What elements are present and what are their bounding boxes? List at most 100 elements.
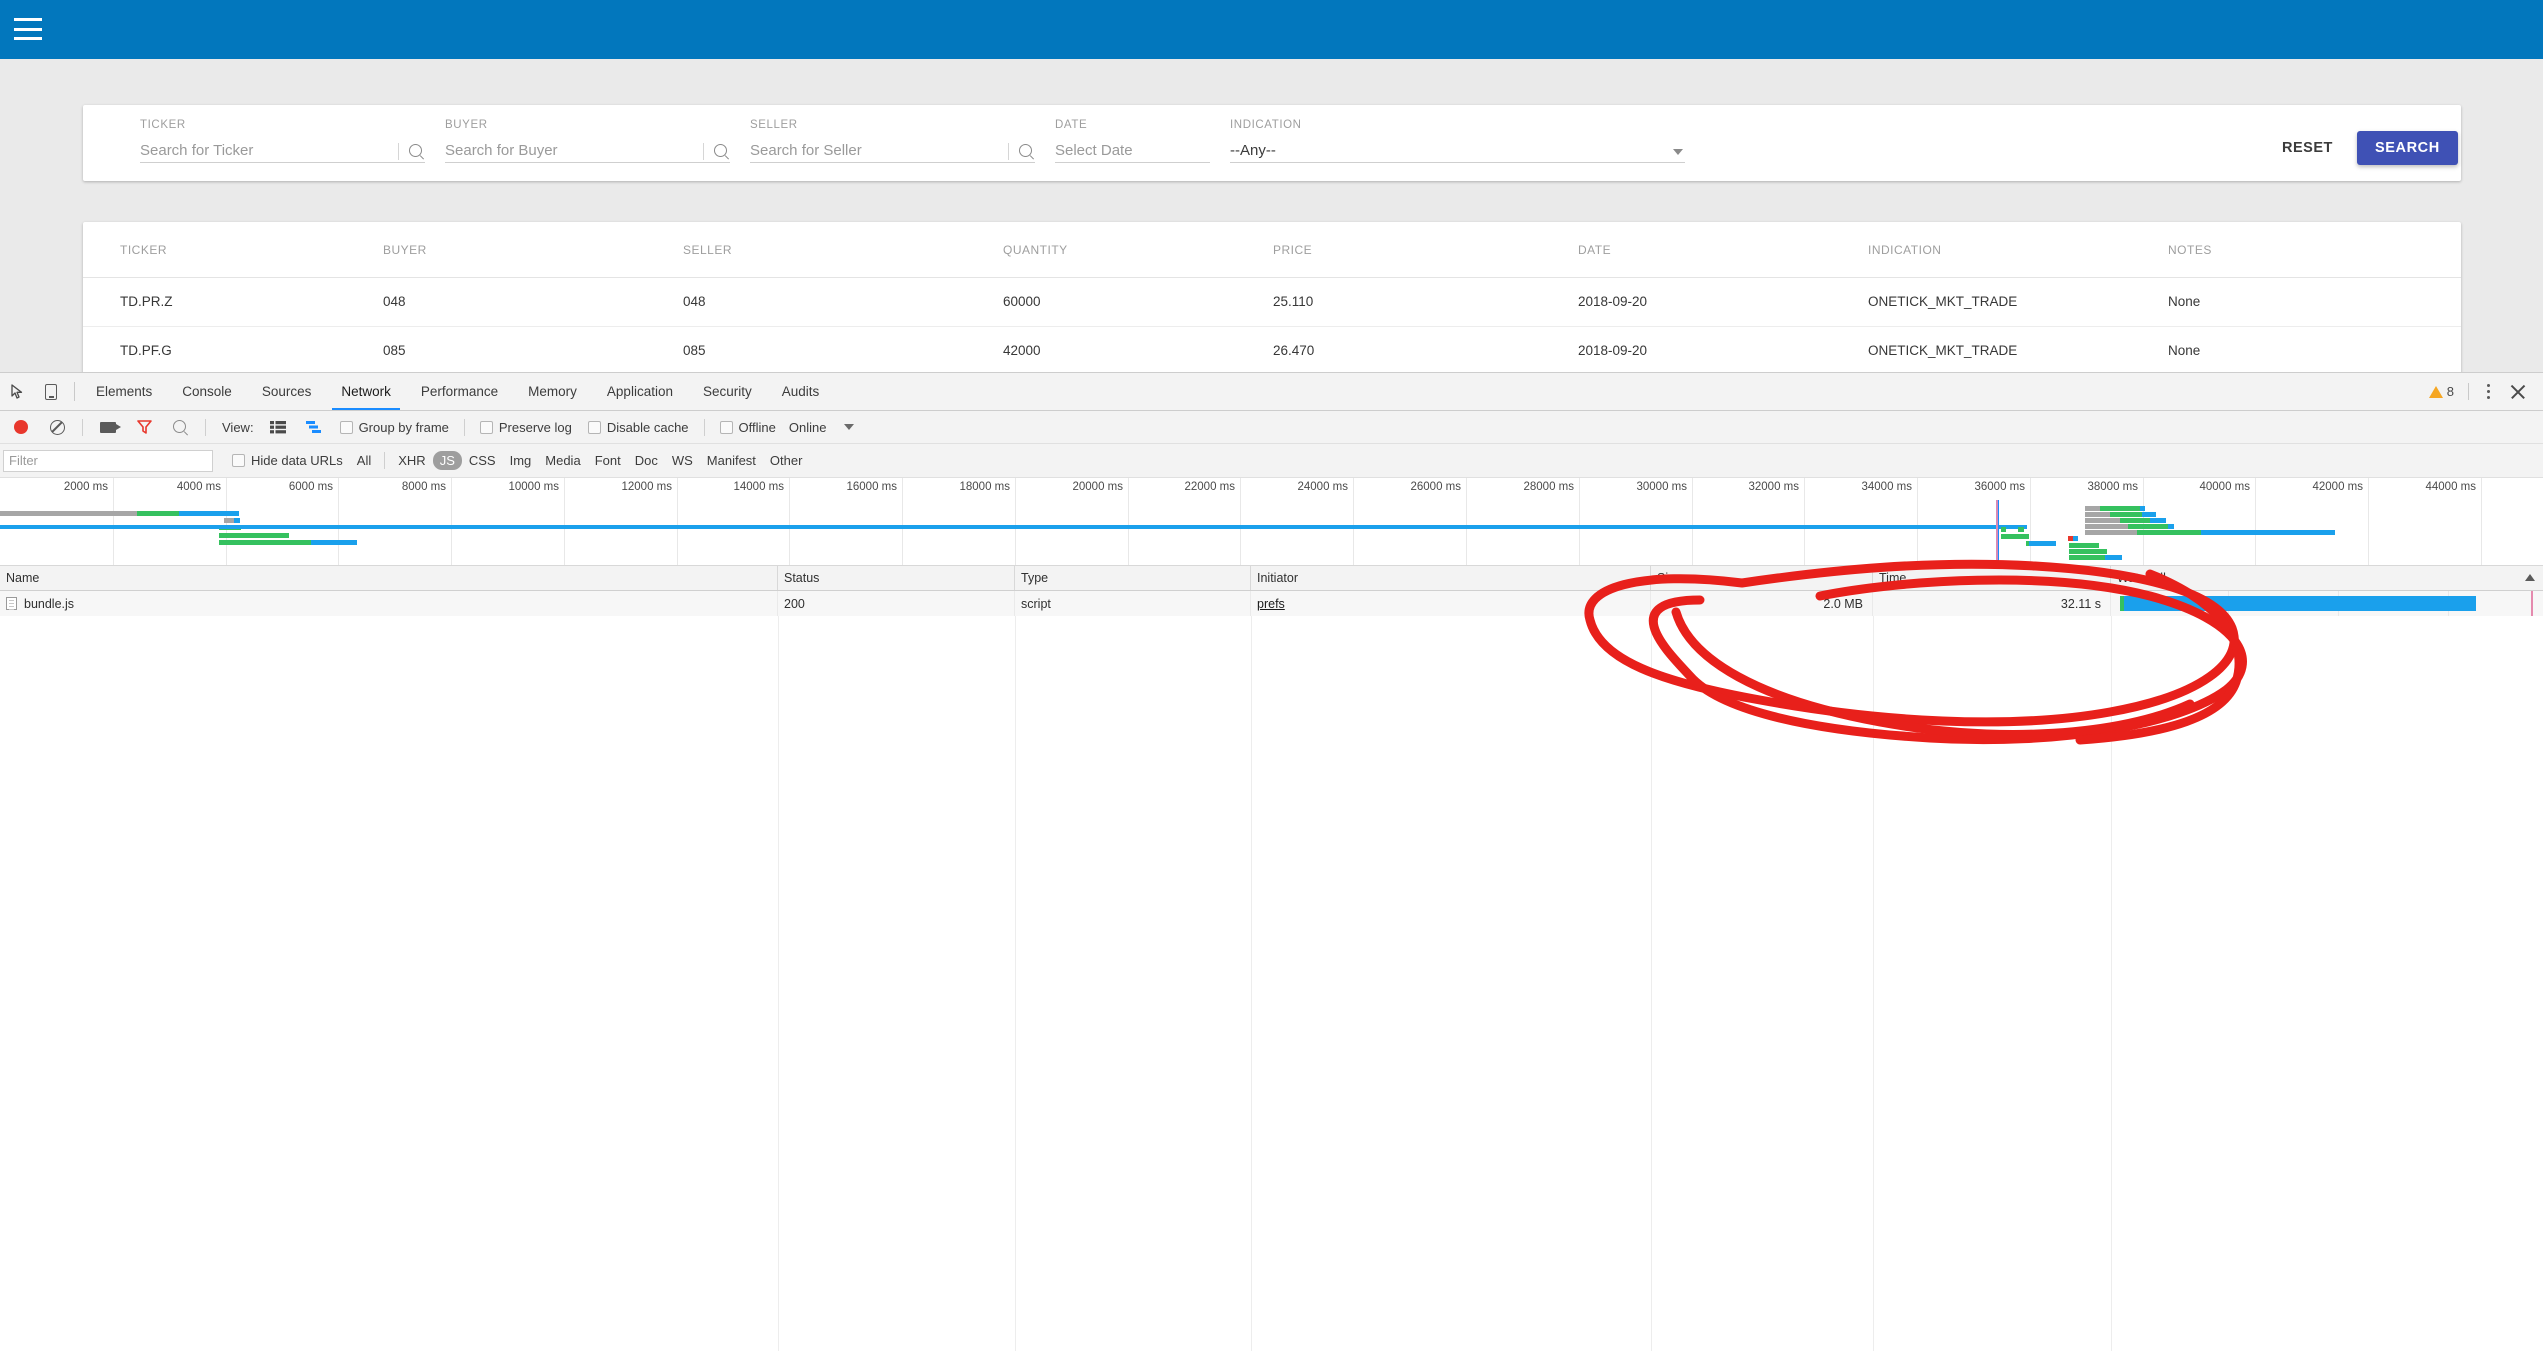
overview-bar bbox=[311, 540, 357, 545]
sort-ascending-icon[interactable] bbox=[2525, 574, 2535, 581]
tab-audits[interactable]: Audits bbox=[767, 373, 835, 410]
divider bbox=[205, 418, 206, 436]
filter-type-all[interactable]: All bbox=[350, 451, 378, 470]
search-icon[interactable] bbox=[713, 143, 730, 160]
field-indication: INDICATION bbox=[1230, 119, 1685, 163]
col-indication[interactable]: INDICATION bbox=[1868, 222, 2168, 278]
overview-bar bbox=[2120, 518, 2150, 523]
request-row-bundle-js[interactable]: bundle.js 200 script prefs 2.0 MB 32.11 … bbox=[0, 591, 2543, 616]
tab-application[interactable]: Application bbox=[592, 373, 688, 410]
req-col-time[interactable]: Time bbox=[1873, 566, 2111, 590]
waterfall-view-icon[interactable] bbox=[297, 420, 331, 434]
search-input-ticker[interactable] bbox=[140, 142, 425, 162]
request-name-cell[interactable]: bundle.js bbox=[0, 591, 778, 616]
overview-bar bbox=[224, 518, 234, 523]
tab-memory[interactable]: Memory bbox=[513, 373, 592, 410]
col-seller[interactable]: SELLER bbox=[683, 222, 1003, 278]
filter-type-media[interactable]: Media bbox=[538, 451, 587, 470]
col-quantity[interactable]: QUANTITY bbox=[1003, 222, 1273, 278]
request-initiator[interactable]: prefs bbox=[1251, 591, 1651, 616]
offline-checkbox[interactable]: Offline bbox=[713, 420, 783, 435]
table-row[interactable]: TD.PR.Z 048 048 60000 25.110 2018-09-20 … bbox=[83, 277, 2461, 327]
request-waterfall-cell[interactable] bbox=[2111, 591, 2543, 616]
col-notes[interactable]: NOTES bbox=[2168, 222, 2461, 278]
overview-bar bbox=[2085, 530, 2137, 535]
search-icon[interactable] bbox=[1018, 143, 1035, 160]
disable-cache-checkbox[interactable]: Disable cache bbox=[581, 420, 696, 435]
col-buyer[interactable]: BUYER bbox=[383, 222, 683, 278]
filter-input[interactable] bbox=[3, 449, 213, 472]
search-button[interactable]: SEARCH bbox=[2357, 131, 2458, 165]
list-view-icon[interactable] bbox=[261, 420, 295, 434]
cell-seller: 085 bbox=[683, 326, 1003, 372]
overview-bar bbox=[2073, 536, 2078, 541]
indication-select[interactable] bbox=[1230, 142, 1685, 162]
request-type: script bbox=[1015, 591, 1251, 616]
filter-type-font[interactable]: Font bbox=[588, 451, 628, 470]
cursor-arrow-glyph bbox=[10, 384, 22, 399]
filter-type-xhr[interactable]: XHR bbox=[391, 451, 432, 470]
tab-network[interactable]: Network bbox=[326, 373, 406, 410]
col-price[interactable]: PRICE bbox=[1273, 222, 1578, 278]
capture-screenshots-icon[interactable] bbox=[91, 421, 125, 433]
initiator-link[interactable]: prefs bbox=[1257, 597, 1285, 611]
reset-button[interactable]: RESET bbox=[2272, 133, 2343, 163]
tab-console[interactable]: Console bbox=[167, 373, 247, 410]
search-input-seller[interactable] bbox=[750, 142, 1035, 162]
req-col-name[interactable]: Name bbox=[0, 566, 778, 590]
chevron-down-icon[interactable] bbox=[1673, 149, 1683, 155]
date-input[interactable] bbox=[1055, 142, 1210, 162]
clear-icon[interactable] bbox=[40, 419, 74, 435]
hide-data-urls-checkbox[interactable]: Hide data URLs bbox=[225, 453, 350, 468]
overview-tick bbox=[1804, 478, 1805, 565]
field-date: DATE bbox=[1055, 119, 1210, 163]
chevron-down-icon[interactable] bbox=[844, 424, 855, 430]
throttling-value[interactable]: Online bbox=[785, 420, 831, 435]
device-toolbar-icon[interactable] bbox=[34, 373, 68, 410]
search-input-buyer[interactable] bbox=[445, 142, 730, 162]
cursor-inspect-icon[interactable] bbox=[0, 373, 34, 410]
overview-tick-label: 8000 ms bbox=[401, 481, 446, 493]
filter-funnel-icon[interactable] bbox=[127, 420, 161, 434]
network-overview-timeline[interactable]: 2000 ms 4000 ms 6000 ms 8000 ms 10000 ms 1200… bbox=[0, 478, 2543, 566]
close-icon[interactable] bbox=[2507, 381, 2529, 403]
filter-type-manifest[interactable]: Manifest bbox=[700, 451, 763, 470]
tab-elements[interactable]: Elements bbox=[81, 373, 167, 410]
tab-performance[interactable]: Performance bbox=[406, 373, 513, 410]
col-ticker[interactable]: TICKER bbox=[83, 222, 383, 278]
tab-sources[interactable]: Sources bbox=[247, 373, 327, 410]
filter-type-ws[interactable]: WS bbox=[665, 451, 700, 470]
filter-type-css[interactable]: CSS bbox=[462, 451, 503, 470]
req-col-waterfall[interactable]: Waterfall bbox=[2111, 566, 2543, 590]
overview-tick bbox=[2030, 478, 2031, 565]
overview-bar bbox=[2105, 555, 2122, 560]
overview-bar bbox=[2001, 527, 2006, 532]
divider bbox=[398, 143, 399, 160]
search-icon[interactable] bbox=[408, 143, 425, 160]
overview-tick-label: 40000 ms bbox=[2199, 481, 2250, 493]
filter-type-js[interactable]: JS bbox=[432, 451, 462, 470]
warning-count[interactable]: 8 bbox=[2447, 384, 2454, 399]
hamburger-menu-icon[interactable] bbox=[14, 18, 42, 40]
preserve-log-checkbox[interactable]: Preserve log bbox=[473, 420, 579, 435]
search-icon[interactable] bbox=[163, 419, 197, 436]
network-toolbar: View: Group by frame Preserve log Disabl… bbox=[0, 411, 2543, 444]
warning-icon[interactable] bbox=[2428, 385, 2443, 398]
divider bbox=[74, 382, 75, 401]
col-date[interactable]: DATE bbox=[1578, 222, 1868, 278]
req-col-type[interactable]: Type bbox=[1015, 566, 1251, 590]
filter-type-doc[interactable]: Doc bbox=[628, 451, 665, 470]
req-col-status[interactable]: Status bbox=[778, 566, 1015, 590]
filter-type-other[interactable]: Other bbox=[763, 451, 810, 470]
tab-security[interactable]: Security bbox=[688, 373, 767, 410]
group-by-frame-checkbox[interactable]: Group by frame bbox=[333, 420, 456, 435]
overview-tick-label: 32000 ms bbox=[1748, 481, 1799, 493]
req-col-size[interactable]: Size bbox=[1651, 566, 1873, 590]
overview-tick-label: 12000 ms bbox=[621, 481, 672, 493]
more-options-icon[interactable] bbox=[2479, 384, 2497, 399]
divider bbox=[82, 418, 83, 436]
req-col-initiator[interactable]: Initiator bbox=[1251, 566, 1651, 590]
table-row[interactable]: TD.PF.G 085 085 42000 26.470 2018-09-20 … bbox=[83, 326, 2461, 372]
record-button-icon[interactable] bbox=[4, 420, 38, 434]
filter-type-img[interactable]: Img bbox=[503, 451, 539, 470]
